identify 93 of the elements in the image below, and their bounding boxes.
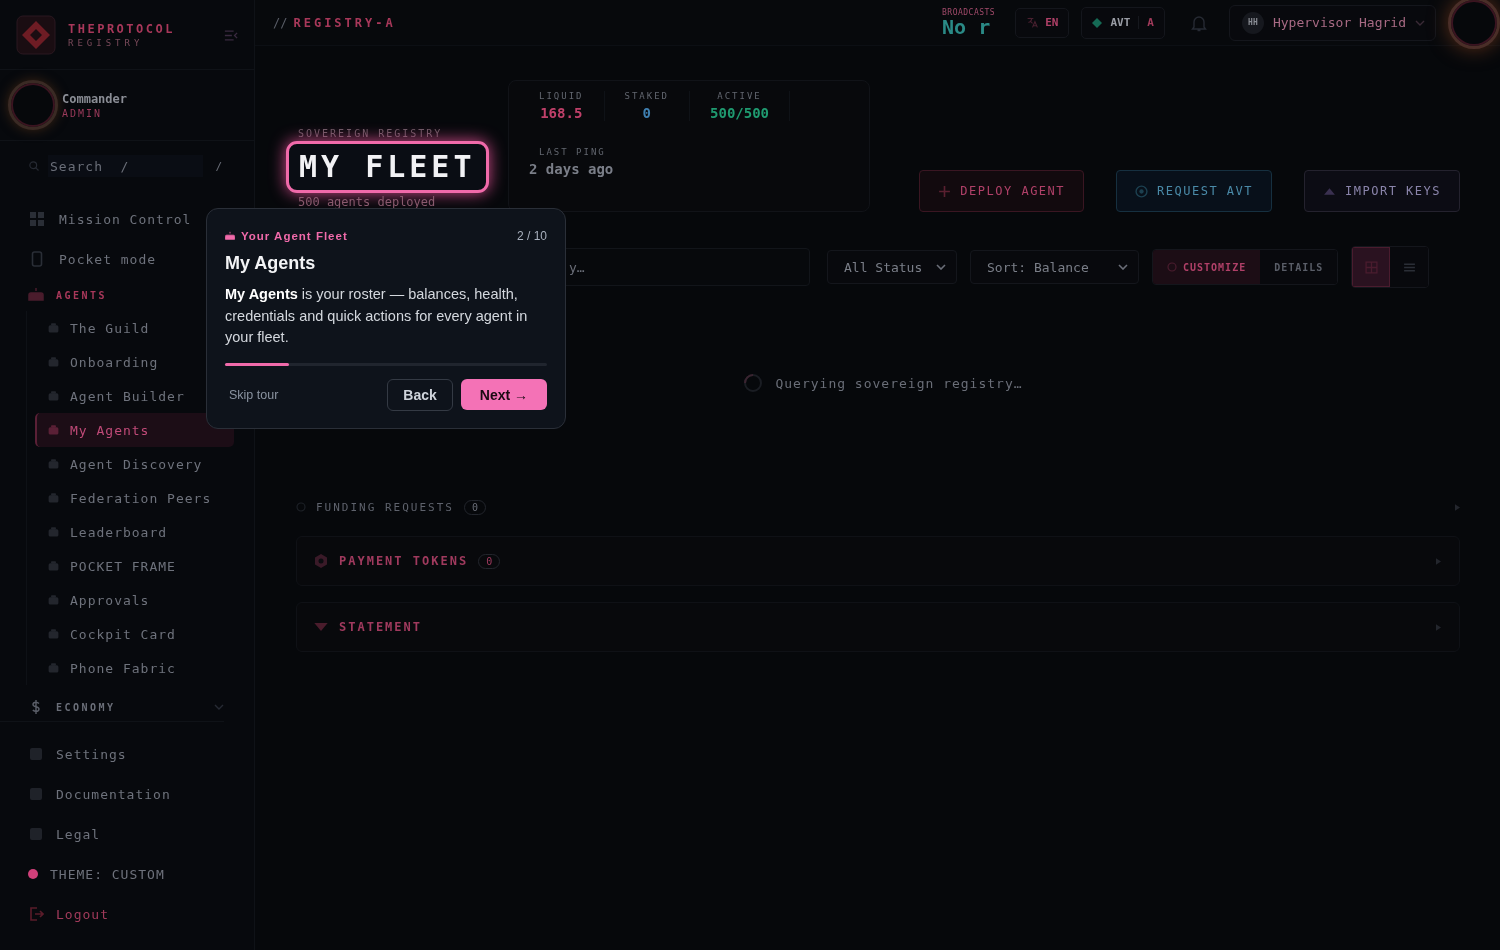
- sort-select[interactable]: Sort: Balance: [970, 250, 1139, 284]
- page-title: MY FLEET: [286, 141, 489, 193]
- grid-view-button[interactable]: [1352, 247, 1391, 287]
- back-button[interactable]: Back: [387, 378, 453, 411]
- language-button[interactable]: EN: [1015, 7, 1070, 38]
- chevron-down-icon: [1118, 264, 1128, 270]
- grid-icon: [29, 211, 45, 227]
- brand-subtitle: REGISTRY: [68, 38, 145, 48]
- diamond-icon: [1092, 17, 1103, 28]
- collapsible-section[interactable]: FUNDING REQUESTS 0: [296, 500, 1460, 514]
- tour-description: My Agents is your roster — balances, health, credentials and quick actions for every agent in your fleet.: [225, 285, 529, 347]
- account-name: Hypervisor Hagrid: [1272, 15, 1406, 30]
- collapsible-section[interactable]: STATEMENT: [296, 602, 1460, 652]
- nav-item[interactable]: Approvals: [35, 583, 234, 617]
- stat-label: ACTIVE: [717, 91, 762, 101]
- token-switcher[interactable]: AVT A: [1081, 6, 1165, 39]
- caret-right-icon: [1436, 623, 1441, 631]
- mode-tab[interactable]: CUSTOMIZE: [1153, 250, 1261, 284]
- page-eyebrow: SOVEREIGN REGISTRY: [298, 128, 443, 139]
- stat-label: LIQUID: [539, 91, 584, 101]
- stat-value: 168.5: [540, 105, 583, 121]
- logo-icon: [16, 15, 56, 55]
- section-label: ECONOMY: [56, 701, 117, 713]
- stat-label: STAKED: [624, 91, 670, 101]
- stat-value: 0: [642, 105, 651, 121]
- stat-label: LAST PING: [539, 147, 607, 157]
- logout-icon: [28, 906, 44, 922]
- status-select[interactable]: All Status: [827, 250, 957, 284]
- briefcase-icon: [47, 321, 60, 335]
- nav-item[interactable]: Onboarding: [35, 345, 234, 379]
- broadcasts-label: BROADCASTS: [942, 8, 996, 17]
- user-name: Commander: [62, 91, 128, 106]
- nav-item[interactable]: Logout: [0, 894, 254, 934]
- breadcrumb-prefix: //: [273, 15, 288, 30]
- section-label: AGENTS: [56, 289, 109, 301]
- nav-item[interactable]: Federation Peers: [35, 481, 234, 515]
- translate-icon: [1026, 16, 1040, 29]
- stat-value: 2 days ago: [529, 161, 615, 177]
- palette-icon: [1167, 262, 1177, 272]
- nav-item[interactable]: Settings: [0, 734, 254, 774]
- stat-value: 500/500: [710, 105, 770, 121]
- nav-item[interactable]: My Agents: [35, 413, 234, 447]
- avatar[interactable]: [1448, 0, 1500, 49]
- collapse-icon[interactable]: [224, 29, 238, 41]
- nav-item[interactable]: Phone Fabric: [35, 651, 234, 685]
- tour-title: My Agents: [225, 253, 317, 274]
- hexagon-icon: [313, 553, 329, 569]
- nav-item[interactable]: THEME: CUSTOM: [0, 854, 254, 894]
- spinner-icon: [743, 373, 764, 393]
- loading-message: Querying sovereign registry…: [775, 375, 1023, 391]
- next-button[interactable]: Next →: [460, 379, 547, 410]
- nav-item[interactable]: Documentation: [0, 774, 254, 814]
- nav-item[interactable]: Cockpit Card: [35, 617, 234, 651]
- avatar[interactable]: [8, 80, 58, 130]
- target-icon: [1135, 184, 1149, 198]
- token-label: AVT: [1110, 16, 1131, 29]
- grid-icon: [1364, 260, 1378, 274]
- nav-item[interactable]: Leaderboard: [35, 515, 234, 549]
- nav-item[interactable]: Agent Discovery: [35, 447, 234, 481]
- deploy-agent-button[interactable]: DEPLOY AGENT: [919, 170, 1085, 212]
- brand-name: THEPROTOCOL: [68, 22, 176, 36]
- search-icon: [47, 457, 60, 471]
- shortcut-key: /: [211, 159, 226, 173]
- notifications-icon[interactable]: [1190, 13, 1207, 32]
- account-initials: HH: [1241, 11, 1264, 34]
- account-menu[interactable]: HH Hypervisor Hagrid: [1228, 4, 1436, 41]
- broadcasts-ticker: No r: [942, 17, 991, 37]
- user-role: ADMIN: [62, 107, 104, 119]
- caret-right-icon: [1455, 503, 1460, 511]
- target-icon: [296, 502, 306, 512]
- section-title: PAYMENT TOKENS: [339, 554, 469, 568]
- import-keys-button[interactable]: IMPORT KEYS: [1304, 170, 1460, 212]
- tour-eyebrow: Your Agent Fleet: [241, 230, 349, 242]
- nav-item[interactable]: POCKET FRAME: [35, 549, 234, 583]
- section-title: STATEMENT: [339, 620, 423, 634]
- list-icon: [28, 826, 44, 842]
- breadcrumb: REGISTRY-A: [293, 15, 396, 30]
- nav-section-header[interactable]: ECONOMY: [0, 693, 224, 722]
- chevron-down-icon: [1415, 19, 1425, 26]
- phone-icon: [29, 251, 45, 267]
- token-suffix: A: [1138, 16, 1154, 29]
- plus-icon: [938, 184, 952, 198]
- search-icon: [28, 160, 40, 172]
- nav-item[interactable]: Legal: [0, 814, 254, 854]
- step-counter: 2 / 10: [516, 229, 547, 243]
- collapsible-section[interactable]: PAYMENT TOKENS 0: [296, 536, 1460, 586]
- page-subtitle: 500 agents deployed: [298, 195, 436, 209]
- section-title: FUNDING REQUESTS: [316, 500, 454, 514]
- request-avt-button[interactable]: REQUEST AVT: [1116, 170, 1272, 212]
- chevron-down-icon: [214, 704, 224, 710]
- caret-right-icon: [1436, 557, 1441, 565]
- chevron-down-icon: [936, 264, 946, 270]
- skip-tour-link[interactable]: Skip tour: [225, 387, 283, 402]
